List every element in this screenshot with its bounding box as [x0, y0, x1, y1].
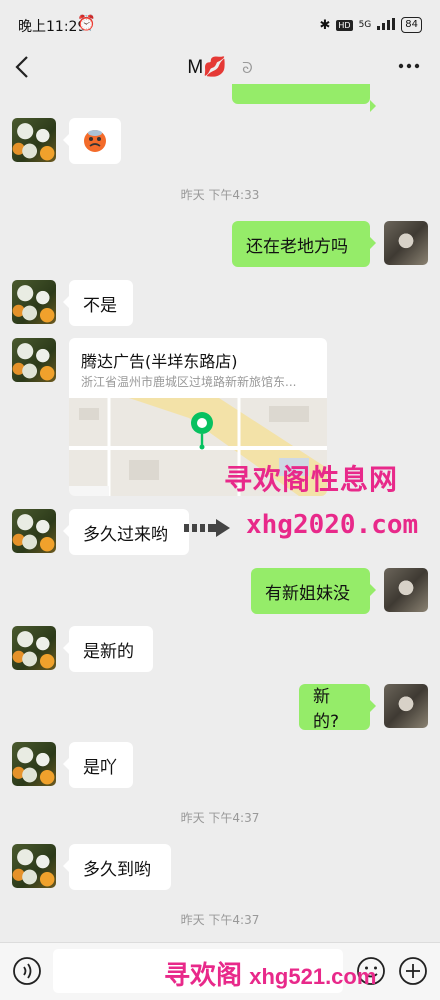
watermark-domain: xhg521.com	[249, 964, 377, 989]
message-text: 是吖	[83, 757, 117, 778]
watermark-cn: 寻欢阁	[164, 960, 243, 990]
message-bubble[interactable]: 是新的	[63, 626, 153, 672]
message-bubble[interactable]: 有新姐妹没	[251, 568, 376, 614]
self-avatar[interactable]	[384, 221, 428, 265]
arrow-right-icon	[184, 519, 230, 537]
location-name: 腾达广告(半垟东路店)	[81, 352, 238, 371]
status-bar: 晚上11:29 ⏰ ✱ HD 5G 84	[0, 0, 440, 40]
watermark-text: 寻欢阁 xhg521.com	[164, 955, 376, 992]
message-text: 多久到哟	[83, 859, 151, 880]
bluetooth-icon: ✱	[319, 17, 331, 33]
message-bubble[interactable]: 新的?	[299, 684, 376, 732]
chat-title: M💋 ᘐ	[0, 55, 440, 79]
message-bubble[interactable]: 是吖	[63, 742, 133, 788]
status-icons: ⏰ ✱ HD 5G 84	[77, 14, 422, 33]
message-bubble[interactable]: 不是	[63, 280, 133, 326]
message-bubble[interactable]: 多久过来哟	[63, 509, 189, 555]
voice-button[interactable]	[12, 956, 42, 986]
contact-avatar[interactable]	[12, 509, 56, 553]
message-text: 是新的	[83, 641, 134, 662]
contact-avatar[interactable]	[12, 280, 56, 324]
message-bubble[interactable]: 还在老地方吗	[232, 221, 376, 267]
message-text: 有新姐妹没	[265, 583, 350, 604]
status-time: 晚上11:29	[18, 19, 87, 35]
message-text: 多久过来哟	[83, 524, 168, 545]
message-bubble-partial[interactable]	[232, 84, 376, 112]
message-bubble[interactable]	[63, 118, 121, 164]
watermark-text: 寻欢阁性息网	[224, 464, 399, 495]
alarm-icon: ⏰	[77, 14, 96, 32]
timestamp: 昨天 下午4:33	[180, 188, 260, 202]
battery-icon: 84	[401, 17, 422, 33]
map-pin-icon	[191, 412, 213, 450]
contact-avatar[interactable]	[12, 626, 56, 670]
ear-icon: ᘐ	[242, 60, 253, 77]
timestamp: 昨天 下午4:37	[180, 913, 260, 927]
watermark-text: xhg2020.com	[246, 510, 419, 540]
input-bar: 寻欢阁 xhg521.com	[0, 942, 440, 1000]
plus-button[interactable]	[398, 956, 428, 986]
message-bubble[interactable]: 多久到哟	[63, 844, 171, 890]
self-avatar[interactable]	[384, 684, 428, 728]
chat-header: M💋 ᘐ	[0, 40, 440, 96]
contact-avatar[interactable]	[12, 118, 56, 162]
more-icon	[398, 63, 420, 69]
location-address: 浙江省温州市鹿城区过境路新新旅馆东...	[81, 375, 297, 389]
timestamp: 昨天 下午4:37	[180, 811, 260, 825]
message-text: 新的?	[313, 687, 340, 732]
network-label: 5G	[358, 20, 372, 30]
more-button[interactable]	[396, 53, 422, 79]
contact-avatar[interactable]	[12, 742, 56, 786]
message-text: 还在老地方吗	[246, 236, 348, 257]
chat-title-text: M💋	[187, 57, 227, 78]
signal-icon	[377, 17, 396, 33]
voice-icon	[13, 957, 41, 985]
plus-icon	[399, 957, 427, 985]
self-avatar[interactable]	[384, 568, 428, 612]
message-text: 不是	[83, 295, 117, 316]
contact-avatar[interactable]	[12, 338, 56, 382]
contact-avatar[interactable]	[12, 844, 56, 888]
sad-face-icon	[84, 130, 106, 152]
hd-icon: HD	[336, 19, 353, 31]
